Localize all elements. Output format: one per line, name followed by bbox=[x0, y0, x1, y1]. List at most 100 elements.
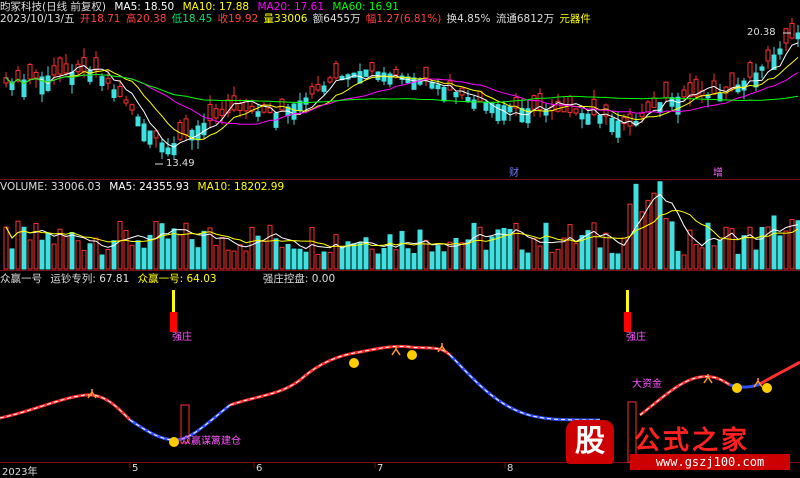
volume-bar bbox=[537, 245, 543, 270]
volume-bar bbox=[99, 254, 105, 270]
axis-august: 8 bbox=[507, 463, 514, 474]
candle bbox=[99, 76, 105, 86]
volume-bar bbox=[549, 251, 555, 270]
volume-bar bbox=[369, 248, 375, 270]
volume-bar bbox=[591, 222, 597, 270]
volume-bar bbox=[759, 227, 765, 270]
candle bbox=[453, 92, 459, 98]
volume-bar bbox=[753, 249, 759, 270]
gszj-logo: 股 公式之家 www.gszj100.com bbox=[560, 418, 800, 474]
volume-bar bbox=[555, 248, 561, 270]
qiangzhuang-tag-1: 强庄 bbox=[172, 332, 192, 343]
volume-bar bbox=[237, 244, 243, 270]
candle bbox=[627, 113, 633, 127]
volume-bar bbox=[603, 232, 609, 270]
volume-bar bbox=[327, 251, 333, 270]
qiangzhuang-tag-2: 强庄 bbox=[626, 332, 646, 343]
stock-chart[interactable] bbox=[0, 0, 800, 474]
candle bbox=[381, 72, 387, 82]
volume-bar bbox=[789, 219, 795, 270]
candle bbox=[531, 95, 537, 110]
volume-bar bbox=[273, 238, 279, 270]
volume-bar bbox=[705, 222, 711, 270]
volume-bars bbox=[3, 181, 800, 270]
volume-bar bbox=[585, 230, 591, 270]
candle bbox=[429, 82, 435, 89]
candle bbox=[495, 104, 501, 122]
volume-bar bbox=[213, 244, 219, 270]
volume-bar bbox=[141, 247, 147, 270]
volume-bar bbox=[405, 248, 411, 270]
volume-bar bbox=[351, 243, 357, 270]
volume-bar bbox=[291, 248, 297, 270]
volume-bar bbox=[255, 235, 261, 270]
candle bbox=[639, 112, 645, 118]
volume-bar bbox=[261, 240, 267, 270]
candle bbox=[435, 84, 441, 90]
volume-bar bbox=[321, 251, 327, 270]
volume-bar bbox=[771, 215, 777, 270]
volume-bar bbox=[417, 229, 423, 270]
volume-bar bbox=[93, 237, 99, 270]
signal-bar-2-top bbox=[626, 290, 629, 312]
candle bbox=[663, 81, 669, 99]
candle bbox=[159, 142, 165, 153]
candle bbox=[753, 72, 759, 88]
volume-bar bbox=[615, 253, 621, 270]
volume-bar bbox=[459, 242, 465, 270]
volume-bar bbox=[39, 239, 45, 270]
candle bbox=[195, 125, 201, 141]
volume-bar bbox=[669, 221, 675, 270]
volume-bar bbox=[129, 244, 135, 270]
volume-bar bbox=[681, 254, 687, 270]
candle bbox=[609, 118, 615, 133]
volume-bar bbox=[27, 239, 33, 270]
volume-bar bbox=[75, 240, 81, 270]
volume-bar bbox=[609, 252, 615, 270]
volume-bar bbox=[573, 242, 579, 270]
candle bbox=[597, 114, 603, 124]
candle bbox=[789, 22, 795, 39]
volume-bar bbox=[51, 243, 57, 270]
zeng-marker[interactable]: 增 bbox=[713, 164, 723, 179]
volume-bar bbox=[123, 229, 129, 270]
volume-bar bbox=[69, 232, 75, 270]
volume-bar bbox=[165, 238, 171, 270]
volume-bar bbox=[783, 230, 789, 270]
candle bbox=[87, 70, 93, 82]
candle bbox=[369, 62, 375, 72]
candle bbox=[57, 57, 63, 75]
volume-bar bbox=[117, 221, 123, 270]
candle bbox=[279, 98, 285, 111]
candle bbox=[411, 77, 417, 90]
volume-bar bbox=[441, 251, 447, 270]
volume-bar bbox=[81, 249, 87, 270]
volume-bar bbox=[279, 246, 285, 270]
signal-bar-1-top bbox=[172, 290, 175, 312]
volume-bar bbox=[9, 248, 15, 270]
candle bbox=[255, 111, 261, 117]
volume-bar bbox=[189, 239, 195, 270]
candle bbox=[471, 99, 477, 109]
candle bbox=[123, 99, 129, 104]
candle bbox=[573, 108, 579, 114]
candle bbox=[501, 105, 507, 121]
candle bbox=[747, 62, 753, 78]
volume-bar bbox=[357, 241, 363, 270]
volume-bar bbox=[429, 251, 435, 270]
volume-bar bbox=[495, 229, 501, 270]
volume-bar bbox=[477, 226, 483, 270]
candle bbox=[687, 82, 693, 97]
candle bbox=[585, 113, 591, 125]
candle bbox=[27, 64, 33, 80]
volume-bar bbox=[303, 251, 309, 270]
volume-bar bbox=[33, 222, 39, 270]
candle bbox=[219, 108, 225, 116]
candle bbox=[327, 77, 333, 83]
volume-bar bbox=[243, 250, 249, 270]
volume-bar bbox=[201, 230, 207, 270]
volume-bar bbox=[333, 234, 339, 270]
cai-marker[interactable]: 财 bbox=[509, 164, 519, 179]
volume-bar bbox=[21, 226, 27, 270]
dazijin-tag: 大资金 bbox=[632, 379, 662, 390]
